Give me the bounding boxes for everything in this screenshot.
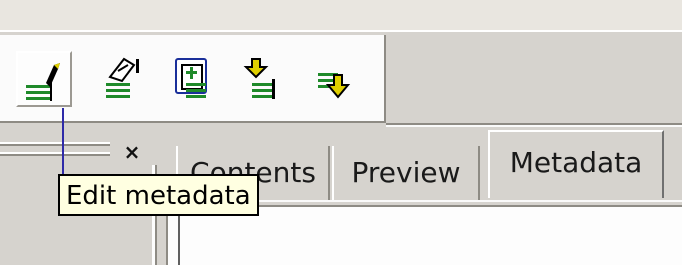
toolbar — [0, 35, 386, 123]
pane-close-button[interactable]: × — [118, 139, 146, 165]
toolbar-bottom-highlight — [386, 125, 682, 127]
properties-button[interactable] — [96, 51, 152, 107]
tooltip: Edit metadata — [58, 174, 259, 216]
content-inner-edge — [178, 213, 180, 265]
tab-label: Metadata — [509, 146, 643, 179]
tab-preview[interactable]: Preview — [332, 146, 480, 202]
top-highlight — [0, 30, 682, 32]
pane-grip-line — [0, 154, 110, 156]
add-item-button[interactable] — [166, 51, 222, 107]
edit-metadata-button[interactable] — [16, 51, 72, 107]
tab-label: Preview — [351, 156, 461, 189]
top-strip — [0, 0, 682, 30]
tooltip-leader-line — [62, 108, 64, 180]
tab-metadata[interactable]: Metadata — [488, 130, 664, 198]
pane-grip-line — [0, 144, 110, 146]
move-up-button[interactable] — [236, 51, 292, 107]
tooltip-text: Edit metadata — [66, 181, 251, 211]
move-down-button[interactable] — [306, 51, 362, 107]
